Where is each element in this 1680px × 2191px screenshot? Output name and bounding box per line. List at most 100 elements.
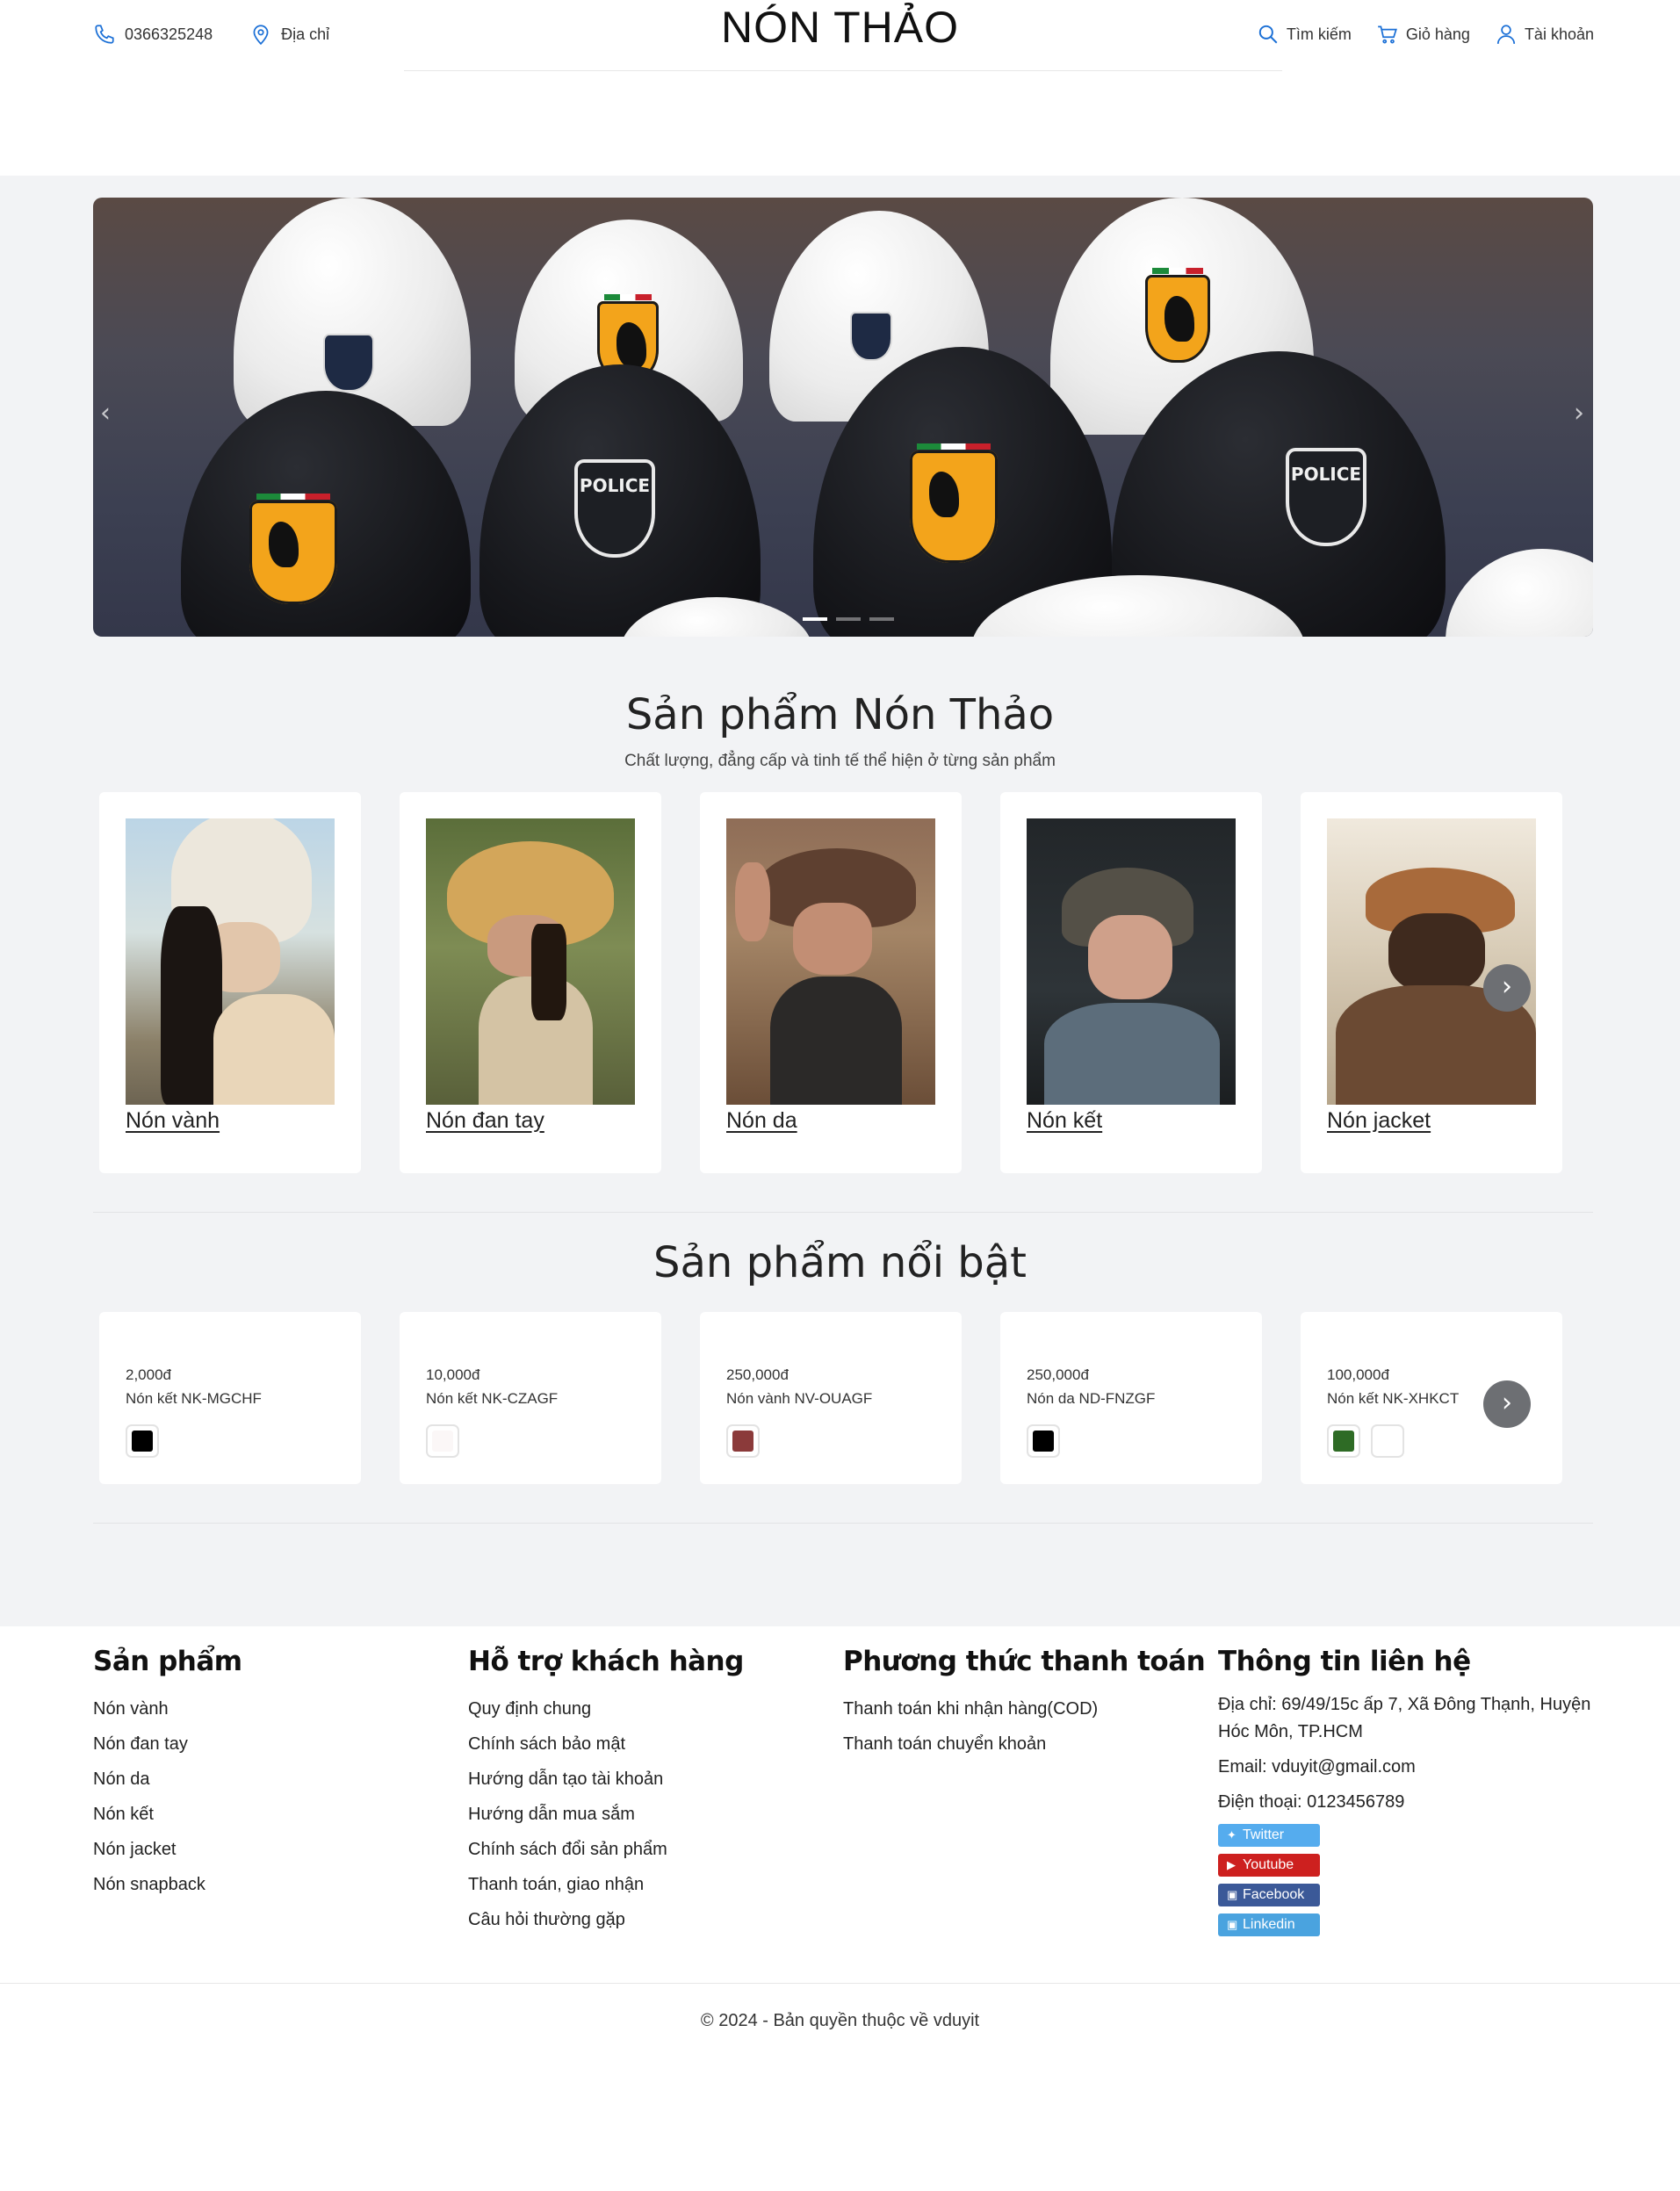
footer-link[interactable]: Thanh toán chuyển khoản [843,1726,1205,1762]
product-card[interactable]: 250,000đ Nón da ND-FNZGF [1000,1312,1262,1484]
youtube-button[interactable]: ▶ Youtube [1218,1854,1320,1877]
color-swatches [726,1424,760,1458]
police-logo-icon [574,459,655,558]
linkedin-button[interactable]: ▣ Linkedin [1218,1914,1320,1936]
footer-link[interactable]: Chính sách đổi sản phẩm [468,1832,744,1867]
social-label: Facebook [1243,1887,1305,1902]
featured-title: Sản phẩm nổi bật [653,1238,1027,1287]
search-icon [1258,25,1278,44]
footer-divider [0,1983,1680,1984]
category-image [426,818,635,1105]
color-swatches [1027,1424,1060,1458]
footer-products-column: Sản phẩm Nón vành Nón đan tay Nón da Nón… [93,1646,242,1902]
product-card[interactable]: 250,000đ Nón vành NV-OUAGF [700,1312,962,1484]
color-swatch[interactable] [1371,1424,1404,1458]
footer-link[interactable]: Hướng dẫn mua sắm [468,1797,744,1832]
carousel-cap-image [234,198,471,426]
color-swatch[interactable] [726,1424,760,1458]
category-link[interactable]: Nón đan tay [426,1108,544,1134]
category-card[interactable]: Nón kết [1000,792,1262,1173]
carousel-dot[interactable] [803,617,827,621]
facebook-button[interactable]: ▣ Facebook [1218,1884,1320,1906]
footer-contact-column: Thông tin liên hệ Địa chỉ: 69/49/15c ấp … [1218,1646,1596,1943]
cart-label: Giỏ hàng [1405,25,1470,43]
carousel-indicators [803,617,894,621]
carousel-dot[interactable] [869,617,894,621]
color-swatch[interactable] [1027,1424,1060,1458]
site-footer: Sản phẩm Nón vành Nón đan tay Nón da Nón… [0,1626,1680,2191]
product-price: 2,000đ [126,1366,171,1383]
footer-link[interactable]: Thanh toán khi nhận hàng(COD) [843,1691,1205,1726]
contact-email: Email: vduyit@gmail.com [1218,1757,1416,1777]
carousel-dot[interactable] [836,617,861,621]
category-link[interactable]: Nón jacket [1327,1108,1431,1134]
color-swatch[interactable] [426,1424,459,1458]
contact-phone: Điện thoại: 0123456789 [1218,1792,1405,1812]
color-swatch[interactable] [126,1424,159,1458]
ferrari-logo-icon [1145,268,1210,363]
product-name[interactable]: Nón kết NK-XHKCT [1327,1390,1459,1408]
hero-carousel[interactable]: ‹ › [93,198,1593,637]
twitter-icon: ✦ [1227,1828,1237,1841]
account-button[interactable]: Tài khoản [1495,23,1594,46]
categories-subtitle: Chất lượng, đẳng cấp và tinh tế thể hiện… [624,752,1056,770]
footer-heading: Hỗ trợ khách hàng [468,1646,744,1677]
section-divider [93,1212,1593,1213]
featured-next-button[interactable]: › [1483,1380,1531,1428]
footer-link[interactable]: Nón da [93,1762,242,1797]
search-label: Tìm kiếm [1286,25,1352,43]
footer-link[interactable]: Hướng dẫn tạo tài khoản [468,1762,744,1797]
chevron-left-icon: ‹ [100,398,111,429]
product-price: 250,000đ [1027,1366,1089,1383]
facebook-icon: ▣ [1227,1888,1238,1901]
footer-link[interactable]: Nón đan tay [93,1726,242,1762]
product-name[interactable]: Nón da ND-FNZGF [1027,1390,1155,1408]
main-content: ‹ › Sản phẩm Nón Thảo Chất lượng, đẳng c… [0,176,1680,1626]
category-card[interactable]: Nón đan tay [400,792,661,1173]
category-card[interactable]: Nón da [700,792,962,1173]
hilfiger-logo-icon [323,334,374,392]
footer-link[interactable]: Nón jacket [93,1832,242,1867]
carousel-prev-button[interactable]: ‹ [100,398,111,429]
footer-link[interactable]: Chính sách bảo mật [468,1726,744,1762]
cart-button[interactable]: Giỏ hàng [1376,23,1470,46]
social-label: Twitter [1243,1827,1285,1842]
footer-heading: Sản phẩm [93,1646,242,1677]
footer-link[interactable]: Nón vành [93,1691,242,1726]
header-actions: Tìm kiếm Giỏ hàng Tài khoản [1232,23,1594,46]
product-name[interactable]: Nón vành NV-OUAGF [726,1390,872,1408]
search-button[interactable]: Tìm kiếm [1257,23,1352,46]
category-link[interactable]: Nón kết [1027,1108,1102,1134]
product-price: 10,000đ [426,1366,480,1383]
product-price: 100,000đ [1327,1366,1389,1383]
category-link[interactable]: Nón da [726,1108,797,1134]
category-link[interactable]: Nón vành [126,1108,220,1134]
ferrari-logo-icon [910,443,998,563]
categories-next-button[interactable]: › [1483,964,1531,1012]
category-image [1327,818,1536,1105]
product-card[interactable]: 10,000đ Nón kết NK-CZAGF [400,1312,661,1484]
color-swatch[interactable] [1327,1424,1360,1458]
category-card[interactable]: Nón vành [99,792,361,1173]
footer-link[interactable]: Nón kết [93,1797,242,1832]
chevron-right-icon: › [1574,398,1584,429]
account-label: Tài khoản [1524,25,1594,43]
product-card[interactable]: 2,000đ Nón kết NK-MGCHF [99,1312,361,1484]
section-divider [93,1523,1593,1524]
footer-heading: Phương thức thanh toán [843,1646,1206,1677]
product-name[interactable]: Nón kết NK-MGCHF [126,1390,262,1408]
chevron-right-icon: › [1502,1387,1512,1418]
footer-link[interactable]: Nón snapback [93,1867,242,1902]
footer-link[interactable]: Quy định chung [468,1691,744,1726]
user-icon [1496,25,1516,44]
product-name[interactable]: Nón kết NK-CZAGF [426,1390,558,1408]
footer-link[interactable]: Câu hỏi thường gặp [468,1902,744,1937]
social-label: Youtube [1243,1857,1294,1872]
carousel-next-button[interactable]: › [1574,398,1584,429]
category-image [726,818,935,1105]
social-label: Linkedin [1243,1917,1295,1932]
ferrari-logo-icon [249,494,337,604]
twitter-button[interactable]: ✦ Twitter [1218,1824,1320,1847]
footer-link[interactable]: Thanh toán, giao nhận [468,1867,744,1902]
footer-heading: Thông tin liên hệ [1218,1646,1471,1677]
